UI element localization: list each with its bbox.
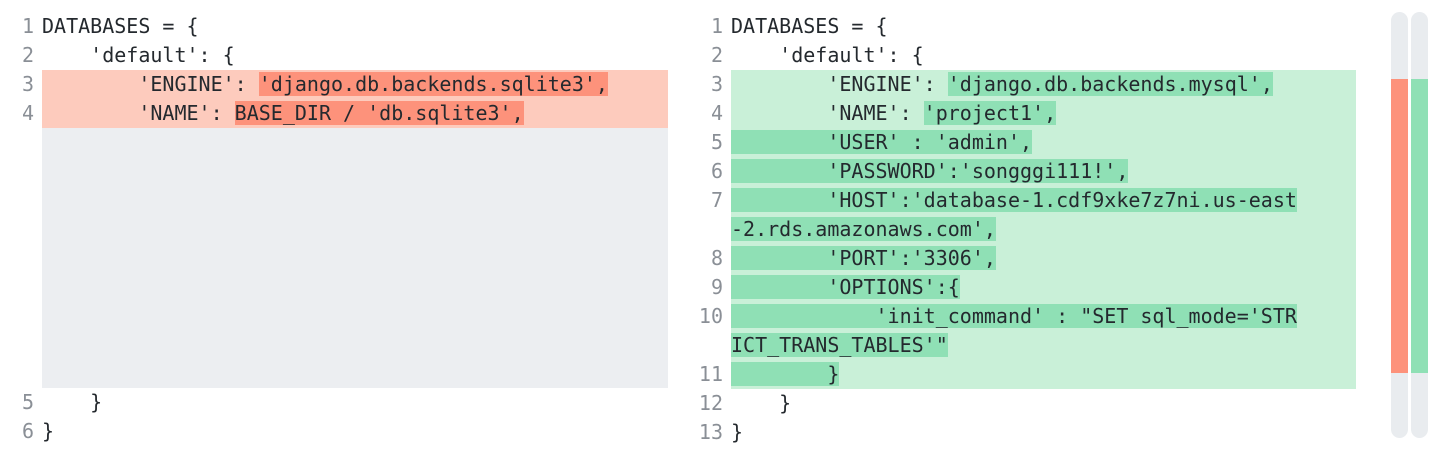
line-number: 1 [710,14,723,38]
added-line: 7 'HOST':'database-1.cdf9xke7z7ni.us-eas… [688,186,1356,215]
added-highlight: 'PORT':'3306', [731,246,996,270]
added-highlight: 'PASSWORD':'songggi111!', [731,159,1129,183]
code-text: 'NAME': BASE_DIR / 'db.sqlite3', [42,99,668,128]
code-text: 'PASSWORD':'songggi111!', [731,157,1356,186]
added-highlight: 'django.db.backends.mysql', [947,72,1273,96]
code-line: 1 DATABASES = { [0,12,668,41]
line-number: 3 [21,72,34,96]
line-number [688,215,731,244]
code-segment: 'ENGINE': [42,72,259,96]
code-segment: 'ENGINE': [731,72,948,96]
added-line-wrap: ICT_TRANS_TABLES'" [688,331,1356,360]
code-text: 'OPTIONS':{ [731,273,1356,302]
line-number: 13 [698,420,723,444]
line-number: 12 [698,391,723,415]
added-highlight: 'HOST':'database-1.cdf9xke7z7ni.us-east [731,188,1297,212]
line-number: 3 [710,72,723,96]
code-text: DATABASES = { [731,12,1356,41]
code-text: DATABASES = { [42,12,668,41]
code-text: 'NAME': 'project1', [731,99,1356,128]
line-number: 6 [710,159,723,183]
code-line: 2 'default': { [688,41,1356,70]
added-highlight: 'project1', [923,101,1057,125]
code-segment: 'NAME': [731,101,924,125]
line-number: 5 [21,390,34,414]
code-segment: } [42,419,55,443]
code-line: 2 'default': { [0,41,668,70]
line-number: 7 [710,188,723,212]
line-number: 10 [698,304,723,328]
line-number: 6 [21,419,34,443]
code-text: } [731,389,1356,418]
code-line: 5 } [0,388,668,417]
code-text: 'default': { [731,41,1356,70]
code-segment: 'NAME': [42,101,235,125]
line-number: 11 [698,362,723,386]
code-segment: 'default': { [42,43,235,67]
code-text: 'init_command' : "SET sql_mode='STR [731,302,1356,331]
added-line: 3 'ENGINE': 'django.db.backends.mysql', [688,70,1356,99]
code-text: 'HOST':'database-1.cdf9xke7z7ni.us-east [731,186,1356,215]
code-text: 'ENGINE': 'django.db.backends.sqlite3', [42,70,668,99]
added-line: 5 'USER' : 'admin', [688,128,1356,157]
line-number: 8 [710,246,723,270]
added-region-marker [1411,79,1428,373]
line-number: 9 [710,275,723,299]
added-highlight: 'OPTIONS':{ [731,275,960,299]
added-highlight: -2.rds.amazonaws.com', [731,217,996,241]
line-number [688,331,731,360]
added-highlight: ICT_TRANS_TABLES'" [731,333,948,357]
diff-filler-placeholder [42,128,668,388]
deleted-highlight: 'django.db.backends.sqlite3', [258,72,608,96]
code-line: 12 } [688,389,1356,418]
line-number: 5 [710,130,723,154]
code-text: -2.rds.amazonaws.com', [731,215,1356,244]
code-text: } [42,417,668,446]
added-line: 10 'init_command' : "SET sql_mode='STR [688,302,1356,331]
code-line: 1 DATABASES = { [688,12,1356,41]
deleted-line: 4 'NAME': BASE_DIR / 'db.sqlite3', [0,99,668,128]
code-line: 13 } [688,418,1356,447]
code-text: } [731,418,1356,447]
deleted-highlight: BASE_DIR / 'db.sqlite3', [234,101,524,125]
code-segment: 'default': { [731,43,924,67]
added-highlight: } [731,362,840,386]
added-line: 11 } [688,360,1356,389]
code-text: 'USER' : 'admin', [731,128,1356,157]
line-number: 4 [21,101,34,125]
code-segment: } [731,420,744,444]
line-number: 2 [710,43,723,67]
right-overview-scrollbar[interactable] [1411,12,1428,438]
added-line: 8 'PORT':'3306', [688,244,1356,273]
added-highlight: 'init_command' : "SET sql_mode='STR [731,304,1297,328]
code-segment: } [731,391,792,415]
code-text: } [42,388,668,417]
added-line: 4 'NAME': 'project1', [688,99,1356,128]
code-line: 6 } [0,417,668,446]
line-number: 1 [21,14,34,38]
deleted-region-marker [1391,79,1408,373]
code-segment: } [42,390,103,414]
code-text: } [731,360,1356,389]
added-highlight: 'USER' : 'admin', [731,130,1033,154]
code-text: ICT_TRANS_TABLES'" [731,331,1356,360]
code-segment: DATABASES = { [731,14,888,38]
code-text: 'default': { [42,41,668,70]
added-line-wrap: -2.rds.amazonaws.com', [688,215,1356,244]
left-overview-scrollbar[interactable] [1391,12,1408,438]
code-segment: DATABASES = { [42,14,199,38]
added-line: 6 'PASSWORD':'songggi111!', [688,157,1356,186]
added-line: 9 'OPTIONS':{ [688,273,1356,302]
line-number: 4 [710,101,723,125]
code-text: 'ENGINE': 'django.db.backends.mysql', [731,70,1356,99]
deleted-line: 3 'ENGINE': 'django.db.backends.sqlite3'… [0,70,668,99]
line-number: 2 [21,43,34,67]
modified-code-pane[interactable]: 1 DATABASES = { 2 'default': { 3 'ENGINE… [688,12,1356,447]
code-text: 'PORT':'3306', [731,244,1356,273]
original-code-pane[interactable]: 1 DATABASES = { 2 'default': { 3 'ENGINE… [0,12,668,446]
